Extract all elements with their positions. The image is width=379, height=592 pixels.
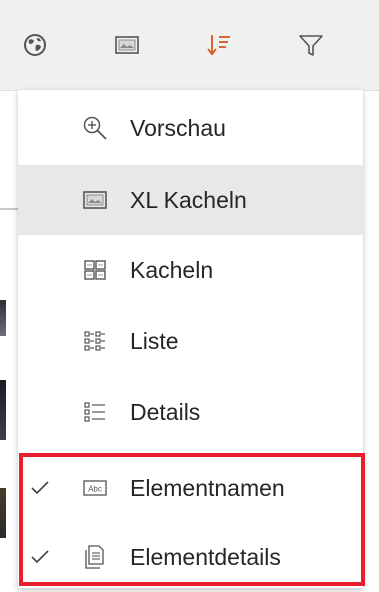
menu-item-liste[interactable]: Liste [18,306,363,376]
filter-button[interactable] [288,22,334,68]
menu-item-xl-kacheln[interactable]: XL Kacheln [18,165,363,235]
menu-item-label: Kacheln [130,257,214,283]
list-icon [80,326,110,356]
details-icon [80,397,110,427]
menu-item-vorschau[interactable]: Vorschau [18,93,363,163]
filter-icon [297,31,325,59]
sort-button[interactable] [196,22,242,68]
background-thumbnail [0,488,6,538]
view-mode-button[interactable] [104,22,150,68]
menu-item-label: Vorschau [130,115,226,141]
background-divider [0,208,20,210]
menu-item-kacheln[interactable]: Kacheln [18,235,363,305]
sort-icon [205,31,233,59]
zoom-in-icon [80,113,110,143]
menu-item-label: Liste [130,328,179,354]
xl-tiles-icon [80,185,110,215]
toolbar [0,0,379,91]
tiles-icon [80,255,110,285]
background-thumbnail [0,300,6,336]
menu-item-label: Details [130,399,201,425]
background-thumbnail [0,380,6,440]
highlight-annotation [19,453,365,586]
globe-button[interactable] [12,22,58,68]
globe-icon [22,32,48,58]
menu-item-label: XL Kacheln [130,187,247,213]
menu-item-details[interactable]: Details [18,377,363,447]
thumbnail-icon [114,34,140,56]
